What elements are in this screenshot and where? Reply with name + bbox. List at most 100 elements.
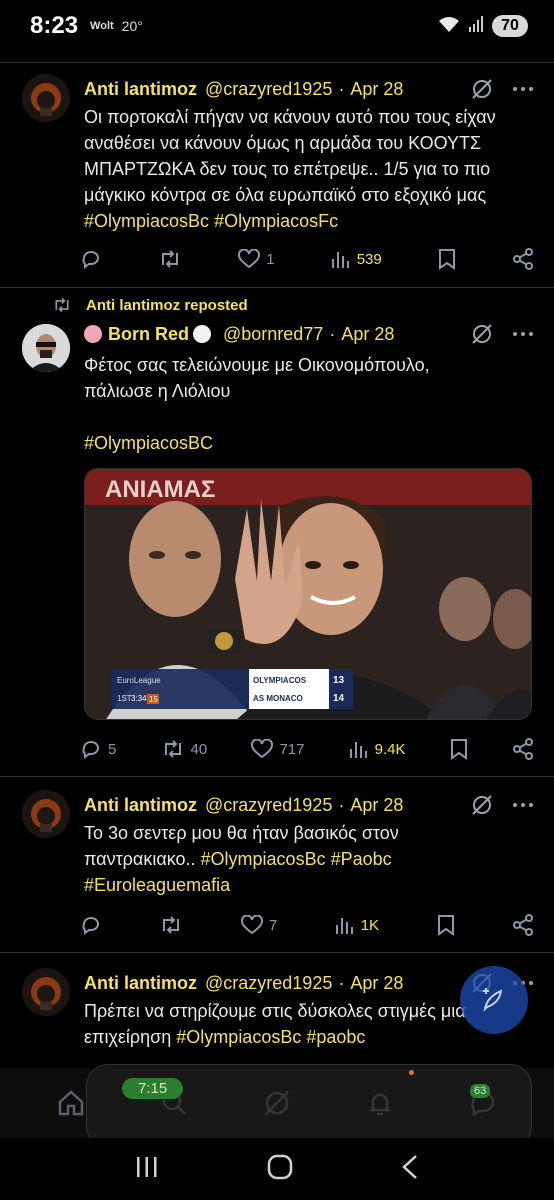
author-handle[interactable]: @crazyred1925 <box>205 973 332 994</box>
tweet-header: Anti lantimoz @crazyred1925 · Apr 28 <box>84 76 534 102</box>
hashtag-link[interactable]: #OlympiacosFc <box>214 211 338 231</box>
views-count: 539 <box>356 250 382 268</box>
bookmark-button[interactable] <box>438 248 456 270</box>
reply-button[interactable] <box>80 914 102 936</box>
tweet-text: Οι πορτοκαλί πήγαν να κάνουν αυτό που το… <box>84 104 536 234</box>
hashtag-link[interactable]: #paobc <box>306 1027 365 1047</box>
tweet-actions: 7 1K <box>80 910 534 940</box>
reply-button[interactable] <box>80 248 102 270</box>
repost-button[interactable]: 40 <box>161 738 208 760</box>
bookmark-button[interactable] <box>450 738 468 760</box>
reply-button[interactable]: 5 <box>80 738 116 760</box>
like-button[interactable]: 1 <box>238 249 275 269</box>
bookmark-icon <box>438 249 455 270</box>
home-button[interactable] <box>267 1154 293 1185</box>
pip-battery: 63 <box>470 1084 491 1098</box>
avatar[interactable] <box>22 790 70 838</box>
compose-icon <box>483 988 503 1012</box>
hashtag-link[interactable]: #OlympiacosBc <box>201 849 326 869</box>
hashtag-link[interactable]: #OlympiacosBC <box>84 430 536 456</box>
hashtag-link[interactable]: #Paobc <box>331 849 392 869</box>
views-button[interactable]: 9.4K <box>349 739 406 759</box>
signal-icon <box>468 15 484 37</box>
hashtag-link[interactable]: #OlympiacosBc <box>176 1027 301 1047</box>
system-navigation-bar <box>0 1138 554 1200</box>
recent-apps-icon <box>136 1156 157 1177</box>
share-icon <box>512 914 533 936</box>
grok-icon[interactable] <box>470 77 494 101</box>
views-button[interactable]: 1K <box>335 915 379 935</box>
tweet-date[interactable]: Apr 28 <box>350 795 403 816</box>
white-circle-emoji <box>193 325 211 343</box>
tweet-text-content: Οι πορτοκαλί πήγαν να κάνουν αυτό που το… <box>84 107 496 205</box>
scoreboard-clock: 3:34 <box>131 694 147 703</box>
avatar[interactable] <box>22 74 70 122</box>
more-icon[interactable] <box>512 86 534 92</box>
like-button[interactable]: 717 <box>251 739 304 759</box>
reply-icon <box>82 741 99 759</box>
views-button[interactable]: 539 <box>331 249 382 269</box>
share-button[interactable] <box>512 914 534 936</box>
scoreboard-score1: 13 <box>333 675 345 686</box>
repost-icon <box>162 250 179 268</box>
tweet-date[interactable]: Apr 28 <box>350 973 403 994</box>
reply-icon <box>82 251 99 269</box>
more-icon[interactable] <box>512 331 534 337</box>
tweet[interactable]: Anti lantimoz @crazyred1925 · Apr 28 Το … <box>0 776 554 952</box>
author-handle[interactable]: @crazyred1925 <box>205 795 332 816</box>
tweet-media-image[interactable]: ANIAMAΣ EuroLeague 1ST 3:34 15 OLYMPIACO… <box>84 468 532 720</box>
like-count: 7 <box>268 916 278 934</box>
avatar[interactable] <box>22 324 70 372</box>
like-icon <box>238 249 261 269</box>
grok-icon[interactable] <box>470 322 494 346</box>
views-icon <box>331 252 349 268</box>
tweet-text-line: Φέτος σας τελειώνουμε με Οικονομόπουλο, <box>84 355 430 375</box>
like-icon <box>240 915 263 935</box>
scoreboard-score2: 14 <box>333 693 345 704</box>
grok-icon[interactable] <box>470 793 494 817</box>
author-name[interactable]: Anti lantimoz <box>84 79 197 100</box>
author-name[interactable]: Anti lantimoz <box>84 973 197 994</box>
avatar[interactable] <box>22 968 70 1016</box>
tweet-actions: 1 539 <box>80 244 534 274</box>
status-temperature: 20° <box>121 18 143 34</box>
more-icon[interactable] <box>512 802 534 808</box>
repost-icon <box>163 916 180 934</box>
author-handle[interactable]: @crazyred1925 <box>205 79 332 100</box>
status-time: 8:23 <box>30 12 79 39</box>
back-icon <box>402 1154 418 1179</box>
views-count: 9.4K <box>374 740 406 758</box>
tweet[interactable]: Anti lantimoz @crazyred1925 · Apr 28 Οι … <box>0 62 554 288</box>
pip-indicator-dot <box>409 1070 414 1075</box>
hashtag-link[interactable]: #OlympiacosBc <box>84 211 209 231</box>
views-icon <box>349 742 367 758</box>
repost-button[interactable] <box>159 914 183 936</box>
battery-indicator: 70 <box>492 15 528 37</box>
pink-circle-emoji <box>84 325 102 343</box>
repost-count: 40 <box>190 740 208 758</box>
recent-apps-button[interactable] <box>134 1155 160 1184</box>
like-count: 1 <box>266 250 275 268</box>
status-bar: 8:23 Wolt 20° 70 <box>0 0 554 52</box>
share-button[interactable] <box>512 248 534 270</box>
picture-in-picture-overlay[interactable] <box>86 1064 532 1148</box>
scoreboard-team2: AS MONACO <box>253 694 303 703</box>
hashtag-link[interactable]: #Euroleaguemafia <box>84 875 230 895</box>
share-button[interactable] <box>512 738 534 760</box>
bookmark-icon <box>450 739 467 760</box>
author-name[interactable]: Anti lantimoz <box>84 795 197 816</box>
bookmark-button[interactable] <box>437 914 455 936</box>
scoreboard-league: EuroLeague <box>117 676 161 685</box>
back-button[interactable] <box>400 1154 420 1185</box>
repost-button[interactable] <box>158 248 182 270</box>
like-button[interactable]: 7 <box>240 915 278 935</box>
author-handle[interactable]: @bornred77 <box>223 324 323 345</box>
scoreboard-shotclock: 15 <box>149 695 158 704</box>
compose-button[interactable] <box>460 966 528 1034</box>
tweet-date[interactable]: Apr 28 <box>350 79 403 100</box>
tweet-date[interactable]: Apr 28 <box>341 324 394 345</box>
wolt-notification-icon: Wolt <box>90 20 114 32</box>
share-icon <box>512 738 533 760</box>
tweet-text-line: πάλιωσε η Λιόλιου <box>84 381 231 401</box>
author-name[interactable]: Born Red <box>108 324 189 345</box>
